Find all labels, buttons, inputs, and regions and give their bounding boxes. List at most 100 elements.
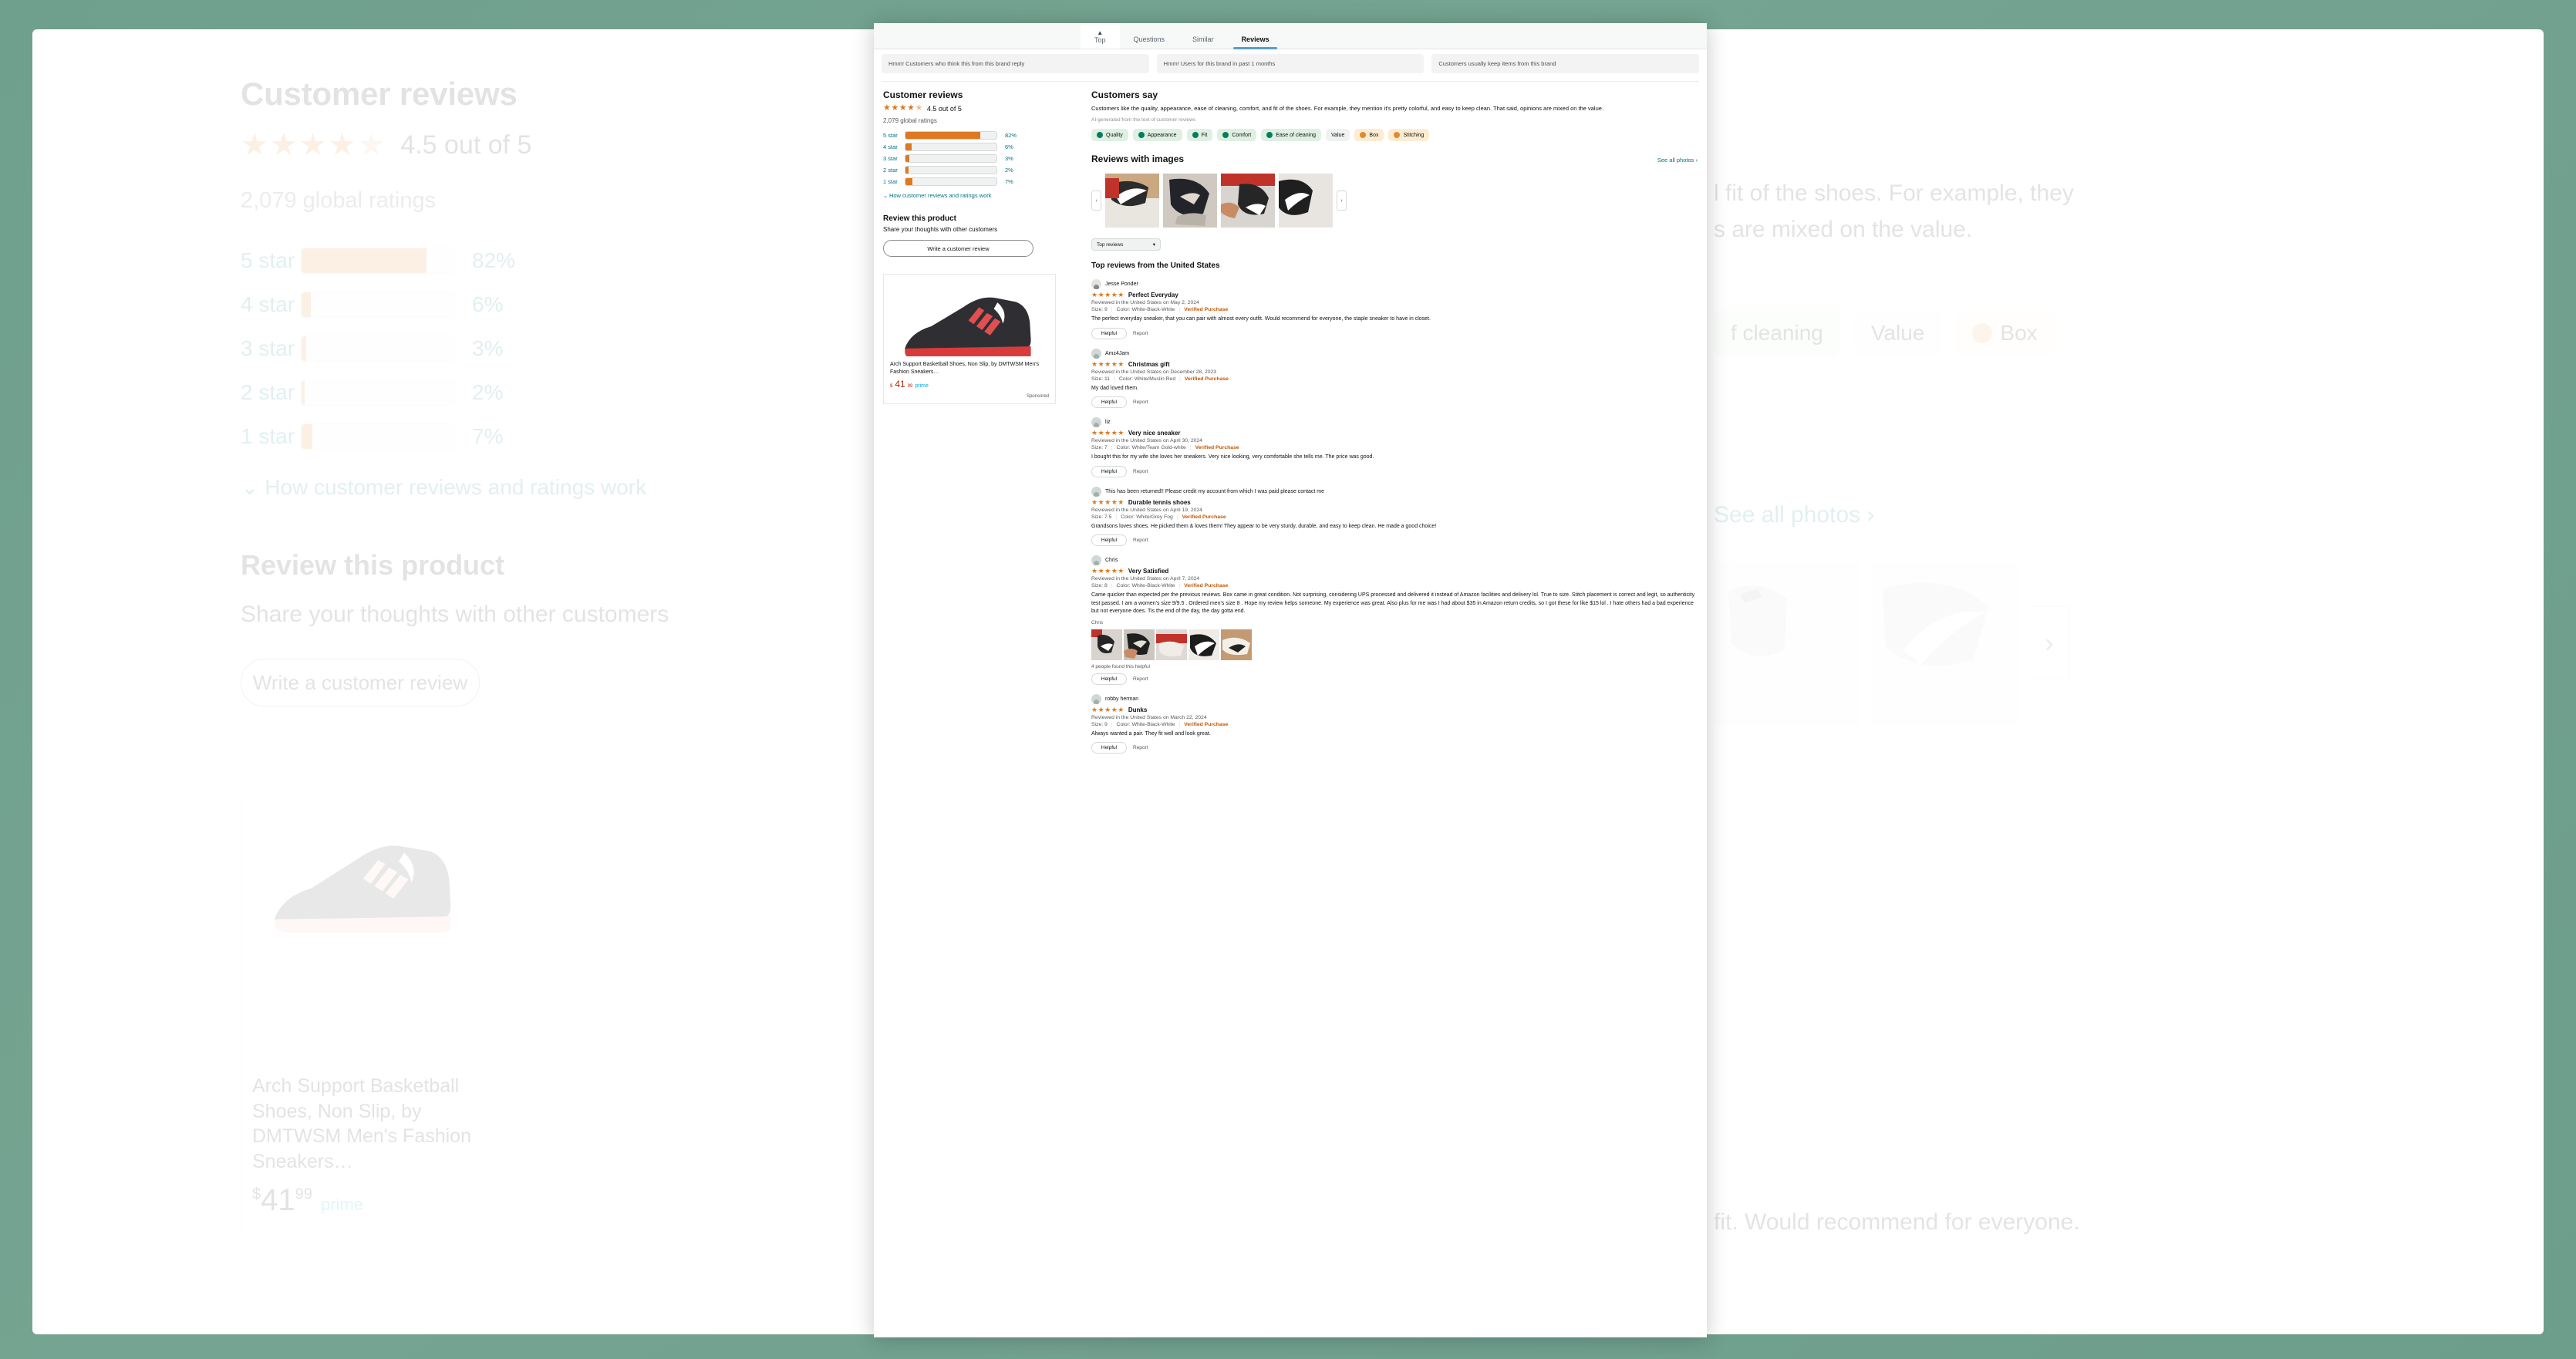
review-product-heading: Review this product	[883, 214, 957, 224]
review-title-row[interactable]: ★★★★★ Durable tennis shoes	[1091, 498, 1698, 506]
sponsored-product-card[interactable]: Arch Support Basketball Shoes, Non Slip,…	[241, 795, 486, 1236]
histogram-label: 2 star	[883, 167, 898, 174]
histogram-row[interactable]: 4 star 6%	[241, 292, 781, 318]
review-product-heading: Review this product	[241, 549, 505, 581]
sentiment-chip-appearance[interactable]: Appearance	[1132, 129, 1182, 142]
histogram-row[interactable]: 3 star 3%	[883, 154, 1076, 164]
helpful-button[interactable]: Helpful	[1091, 534, 1127, 547]
next-photo-arrow[interactable]: ›	[2028, 606, 2070, 680]
sentiment-chip[interactable]: Value	[1853, 311, 1942, 356]
sentiment-chip-stitching[interactable]: Stitching	[1388, 129, 1430, 142]
review-author-name: Amz4Jam	[1105, 350, 1130, 356]
report-link[interactable]: Report	[1133, 745, 1148, 750]
histogram-row[interactable]: 5 star 82%	[883, 131, 1076, 140]
sentiment-chip-value[interactable]: Value	[1326, 129, 1350, 142]
helpful-button[interactable]: Helpful	[1091, 327, 1127, 339]
histogram-track	[301, 336, 455, 362]
histogram-row[interactable]: 2 star 2%	[241, 379, 781, 406]
review-author[interactable]: This has been returned!! Please credit m…	[1091, 486, 1698, 497]
review-attributes: Size: 8 | Color: White-Black-White | Ver…	[1091, 583, 1698, 588]
review-author[interactable]: Chris	[1091, 555, 1698, 566]
review-photo[interactable]	[1221, 629, 1252, 660]
review-photo[interactable]	[1156, 629, 1187, 660]
histogram-row[interactable]: 3 star 3%	[241, 336, 781, 362]
report-link[interactable]: Report	[1133, 400, 1148, 405]
helpful-button[interactable]: Helpful	[1091, 465, 1127, 477]
write-review-button[interactable]: Write a customer review	[883, 240, 1033, 258]
review-photo[interactable]	[1279, 174, 1333, 228]
helpful-count: 4 people found this helpful	[1091, 663, 1150, 669]
histogram-row[interactable]: 1 star 7%	[241, 423, 781, 450]
sentiment-chip[interactable]: Box	[1955, 311, 2055, 356]
sentiment-chip-box[interactable]: Box	[1354, 129, 1384, 142]
sponsored-product-card[interactable]: Arch Support Basketball Shoes, Non Slip,…	[883, 274, 1056, 405]
star-rating-icon: ★★★★★	[1091, 291, 1124, 299]
review-title: Very Satisfied	[1128, 568, 1169, 575]
histogram-row[interactable]: 5 star 82%	[241, 248, 781, 274]
star-rating-icon: ★★★★★	[241, 128, 387, 162]
review-title-row[interactable]: ★★★★★ Christmas gift	[1091, 360, 1698, 368]
how-reviews-work-link[interactable]: ⌄ How customer reviews and ratings work	[883, 192, 1076, 199]
see-all-photos-link[interactable]: See all photos ›	[1714, 502, 2524, 528]
write-review-button[interactable]: Write a customer review	[241, 659, 480, 706]
review-title-row[interactable]: ★★★★★ Very nice sneaker	[1091, 430, 1698, 437]
review-title-row[interactable]: ★★★★★ Perfect Everyday	[1091, 291, 1698, 299]
report-link[interactable]: Report	[1133, 676, 1148, 682]
report-link[interactable]: Report	[1133, 469, 1148, 474]
how-reviews-work-link[interactable]: ⌄ How customer reviews and ratings work	[241, 474, 781, 500]
report-link[interactable]: Report	[1133, 538, 1148, 543]
review-photo[interactable]	[1189, 629, 1219, 660]
review-item: This has been returned!! Please credit m…	[1091, 486, 1698, 547]
tab-similar[interactable]: Similar	[1178, 34, 1228, 49]
caret-up-icon: ▲	[1097, 29, 1104, 36]
review-author[interactable]: Jesse Ponder	[1091, 279, 1698, 290]
review-photo[interactable]	[1221, 174, 1275, 228]
avatar	[1091, 693, 1101, 704]
tab-reviews[interactable]: Reviews	[1228, 34, 1283, 49]
review-photo[interactable]	[1091, 629, 1122, 660]
positive-sentiment-icon	[1097, 132, 1103, 139]
customers-say-heading: Customers say	[1091, 89, 1158, 101]
histogram-label: 5 star	[241, 248, 295, 272]
histogram-row[interactable]: 1 star 7%	[883, 177, 1076, 187]
helpful-button[interactable]: Helpful	[1091, 673, 1127, 685]
review-author[interactable]: liz	[1091, 417, 1698, 428]
review-title: Christmas gift	[1128, 360, 1170, 368]
histogram-row[interactable]: 4 star 6%	[883, 143, 1076, 152]
helpful-button[interactable]: Helpful	[1091, 742, 1127, 754]
sentiment-chip-quality[interactable]: Quality	[1091, 129, 1128, 142]
sentiment-chip[interactable]: f cleaning	[1714, 311, 1840, 356]
histogram-pct: 7%	[1005, 178, 1013, 186]
separator: |	[1176, 514, 1178, 520]
prev-photo-arrow[interactable]: ‹	[1091, 191, 1101, 211]
review-photo[interactable]	[1163, 174, 1217, 228]
prime-badge: prime	[321, 1195, 364, 1214]
sentiment-chip-ease-of-cleaning[interactable]: Ease of cleaning	[1261, 129, 1322, 142]
see-all-photos-link[interactable]: See all photos ›	[1657, 157, 1698, 164]
tab-questions[interactable]: Questions	[1120, 34, 1179, 49]
histogram-pct: 2%	[1005, 167, 1013, 174]
helpful-button[interactable]: Helpful	[1091, 396, 1127, 409]
sort-reviews-select[interactable]: Top reviews ▾	[1091, 238, 1161, 251]
review-size: Size: 7	[1091, 445, 1108, 451]
verified-purchase-badge: Verified Purchase	[1184, 376, 1229, 382]
histogram-row[interactable]: 2 star 2%	[883, 166, 1076, 175]
review-author[interactable]: robby herman	[1091, 693, 1698, 704]
review-photo[interactable]	[1714, 562, 1860, 724]
report-link[interactable]: Report	[1133, 331, 1148, 336]
review-photo[interactable]	[1105, 174, 1159, 228]
next-photo-arrow[interactable]: ›	[1337, 191, 1347, 211]
tab-top[interactable]: ▲ Top	[1081, 23, 1120, 49]
review-title-row[interactable]: ★★★★★ Dunks	[1091, 706, 1698, 713]
review-photo[interactable]	[1871, 562, 2018, 724]
review-photo[interactable]	[1124, 629, 1155, 660]
top-reviews-heading: Top reviews from the United States	[1091, 261, 1220, 271]
review-author[interactable]: Amz4Jam	[1091, 348, 1698, 359]
review-date: Reviewed in the United States on Decembe…	[1091, 369, 1217, 375]
sentiment-chip-comfort[interactable]: Comfort	[1217, 129, 1257, 142]
sentiment-chip-fit[interactable]: Fit	[1186, 129, 1213, 142]
review-title-row[interactable]: ★★★★★ Very Satisfied	[1091, 568, 1698, 575]
avatar	[1091, 486, 1101, 497]
product-price: $4199 prime	[252, 1183, 364, 1217]
review-size: Size: 11	[1091, 376, 1111, 382]
